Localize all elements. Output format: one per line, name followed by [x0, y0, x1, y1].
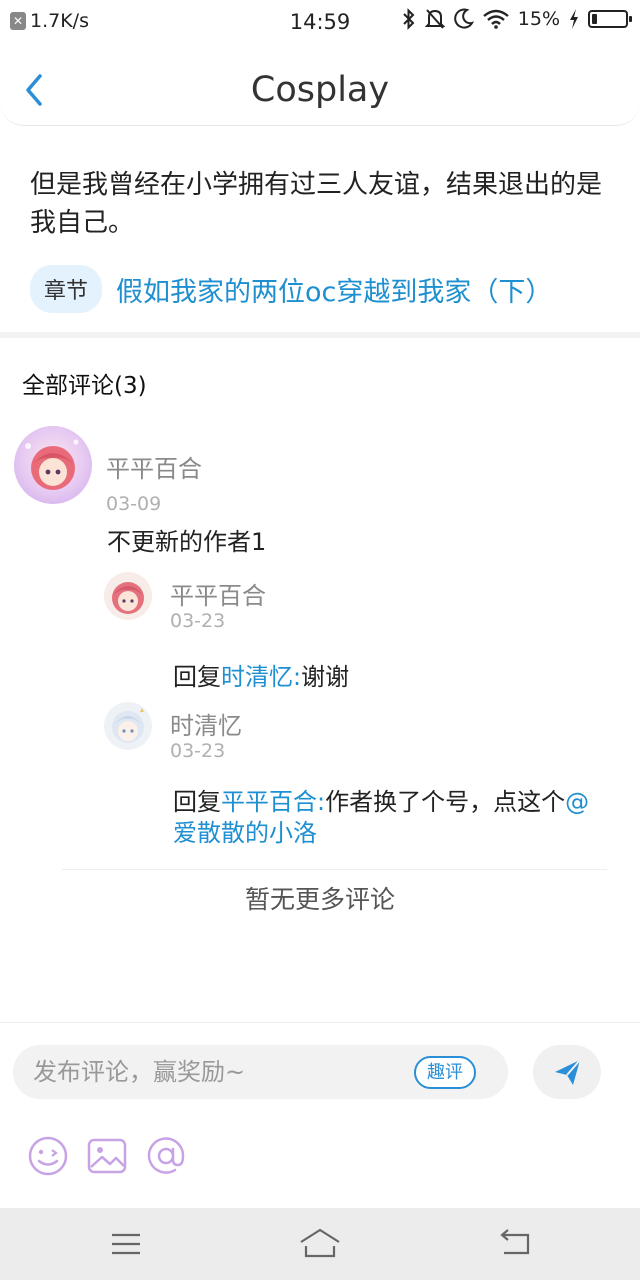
section-divider	[0, 332, 640, 338]
no-more-comments: 暂无更多评论	[244, 885, 395, 914]
reply-text: 回复时清忆:谢谢	[173, 657, 349, 692]
reply-user-name[interactable]: 平平百合	[170, 576, 266, 611]
avatar-image	[112, 582, 144, 614]
chapter-intro-text: 但是我曾经在小学拥有过三人友谊，结果退出的是我自己。	[30, 170, 603, 238]
image-button[interactable]	[86, 1135, 128, 1177]
send-icon	[555, 1059, 581, 1085]
reply-target-mention[interactable]: 平平百合:	[221, 788, 325, 816]
chapter-tag: 章节	[30, 265, 103, 313]
bluetooth-icon	[403, 8, 415, 30]
mute-bell-icon	[424, 9, 445, 29]
image-icon	[87, 1138, 127, 1174]
header: Cosplay	[0, 44, 640, 126]
comments-title: 全部评论(3)	[22, 373, 147, 399]
menu-icon	[112, 1233, 140, 1255]
divider	[62, 869, 607, 870]
emoji-icon	[28, 1136, 68, 1176]
system-nav-bar	[0, 1208, 640, 1280]
reply-avatar[interactable]	[104, 702, 152, 750]
back-nav-icon	[500, 1229, 530, 1255]
reply-date: 03-23	[170, 740, 226, 762]
comment-date: 03-09	[106, 493, 162, 515]
reply-avatar[interactable]	[104, 572, 152, 620]
status-bar: ✕ 1.7K/s 14:59 15%	[0, 0, 640, 44]
comment-input-bar: 趣评	[0, 1022, 640, 1208]
reply-user-name[interactable]: 时清忆	[170, 706, 242, 741]
reply-text: 回复平平百合:作者换了个号，点这个@ 爱散散的小洛	[173, 787, 623, 849]
reply-body: 作者换了个号，点这个	[325, 788, 566, 816]
menu-button[interactable]	[104, 1226, 148, 1262]
home-button[interactable]	[298, 1226, 342, 1262]
chapter-row: 章节 假如我家的两位oc穿越到我家（下）	[30, 265, 552, 313]
reply-target-mention[interactable]: 时清忆:	[221, 663, 301, 691]
reply-date: 03-23	[170, 610, 226, 632]
avatar-image	[25, 439, 79, 490]
avatar-image	[112, 708, 144, 743]
status-right: 15%	[402, 8, 632, 30]
back-button[interactable]	[18, 70, 50, 110]
back-nav-button[interactable]	[494, 1226, 538, 1262]
at-mention-user[interactable]: 爱散散的小洛	[173, 819, 317, 847]
send-button[interactable]	[533, 1045, 601, 1099]
battery-fill	[592, 14, 597, 24]
at-button[interactable]	[145, 1135, 187, 1177]
comment-user-name[interactable]: 平平百合	[106, 449, 202, 484]
home-icon	[300, 1228, 340, 1258]
page-title: Cosplay	[250, 70, 390, 110]
at-icon	[147, 1137, 185, 1174]
reply-prefix: 回复	[173, 788, 221, 816]
reply-body: 谢谢	[301, 663, 350, 691]
avatar[interactable]	[14, 426, 92, 504]
chevron-left-icon	[26, 74, 42, 106]
comment-text: 不更新的作者1	[107, 528, 267, 556]
emoji-button[interactable]	[27, 1135, 69, 1177]
at-mention[interactable]: @	[565, 788, 589, 816]
chapter-link[interactable]: 假如我家的两位oc穿越到我家（下）	[116, 270, 552, 309]
moon-icon	[453, 8, 474, 29]
charging-icon	[570, 9, 578, 29]
wifi-icon	[482, 9, 509, 29]
reply-prefix: 回复	[173, 663, 221, 691]
quping-button[interactable]: 趣评	[414, 1056, 476, 1089]
battery-icon	[588, 10, 632, 28]
battery-percent: 15%	[517, 8, 560, 30]
